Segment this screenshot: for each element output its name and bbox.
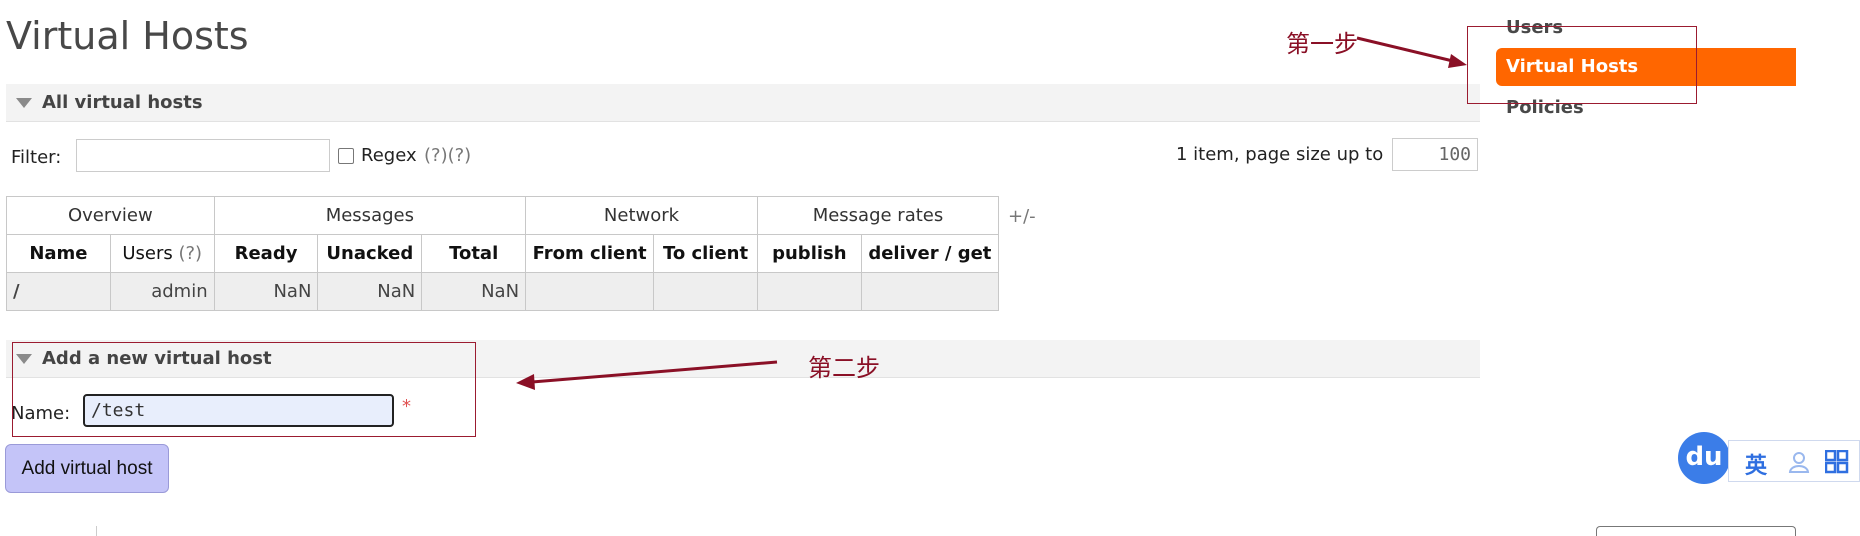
page-title: Virtual Hosts (6, 14, 249, 58)
table-row[interactable]: / admin NaN NaN NaN (6, 272, 1000, 311)
step2-arrow-icon (516, 360, 778, 390)
row-users: admin (109, 272, 215, 311)
filter-input[interactable] (76, 139, 330, 172)
regex-label: Regex (361, 145, 417, 166)
col-publish[interactable]: publish (756, 234, 862, 273)
collapse-triangle-icon (16, 98, 32, 108)
col-users[interactable]: Users (?) (109, 234, 215, 273)
ime-toolbar: 英 (1728, 440, 1860, 482)
grid-icon[interactable] (1825, 450, 1849, 474)
group-network: Network (525, 196, 758, 235)
col-from-client[interactable]: From client (525, 234, 655, 273)
all-vhosts-section-title: All virtual hosts (42, 92, 203, 113)
row-from-client (525, 272, 655, 311)
step1-arrow-icon (1356, 36, 1467, 68)
row-total: NaN (421, 272, 527, 311)
page-size-input[interactable] (1392, 138, 1478, 171)
col-unacked[interactable]: Unacked (317, 234, 423, 273)
col-deliver-get[interactable]: deliver / get (860, 234, 1000, 273)
items-count-text: 1 item, page size up to (1176, 144, 1384, 165)
add-virtual-host-button[interactable]: Add virtual host (5, 444, 169, 493)
regex-checkbox[interactable] (338, 148, 354, 164)
row-to-client (653, 272, 758, 311)
filter-label: Filter: (11, 147, 62, 168)
row-name-link[interactable]: / (6, 272, 111, 311)
group-messages: Messages (213, 196, 527, 235)
user-icon[interactable] (1787, 450, 1811, 474)
group-overview: Overview (6, 196, 215, 235)
col-name[interactable]: Name (6, 234, 111, 273)
baidu-logo-icon[interactable]: du (1678, 432, 1730, 484)
ime-language-toggle[interactable]: 英 (1745, 448, 1767, 480)
col-total[interactable]: Total (421, 234, 527, 273)
group-message-rates: Message rates (756, 196, 1000, 235)
row-ready: NaN (213, 272, 319, 311)
table-group-header-row: Overview Messages Network Message rates (6, 196, 1000, 235)
table-column-header-row: Name Users (?) Ready Unacked Total From … (6, 234, 1000, 273)
col-ready[interactable]: Ready (213, 234, 319, 273)
row-deliver-get (860, 272, 1000, 311)
row-unacked: NaN (317, 272, 423, 311)
col-to-client[interactable]: To client (653, 234, 758, 273)
row-publish (756, 272, 862, 311)
step1-highlight-box (1467, 26, 1697, 104)
footer-divider (96, 526, 97, 536)
vhosts-table: Overview Messages Network Message rates … (6, 196, 1000, 311)
step2-annotation: 第二步 (808, 354, 880, 382)
step2-highlight-box (12, 342, 476, 437)
users-help-link[interactable]: (?) (178, 243, 202, 264)
regex-help-link[interactable]: (?)(?) (424, 145, 471, 166)
footer-select-box[interactable] (1596, 526, 1796, 536)
all-vhosts-section-header[interactable]: All virtual hosts (6, 84, 1480, 122)
step1-annotation: 第一步 (1286, 30, 1358, 58)
columns-toggle-link[interactable]: +/- (1008, 206, 1036, 227)
col-users-label: Users (122, 243, 173, 264)
